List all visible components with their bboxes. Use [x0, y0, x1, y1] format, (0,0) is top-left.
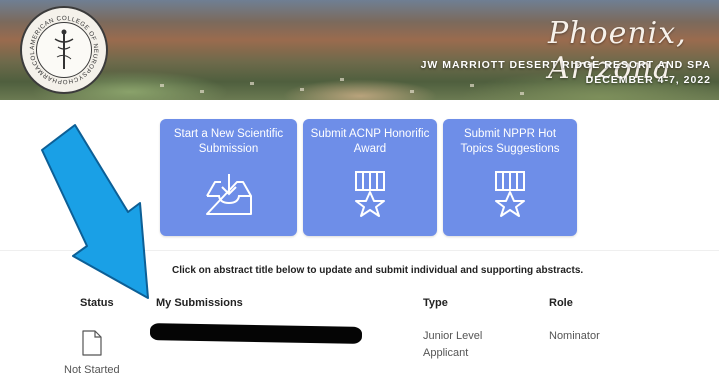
section-divider — [0, 250, 719, 251]
column-header-role: Role — [549, 297, 573, 309]
award-ribbon-icon — [495, 171, 525, 217]
column-header-type: Type — [423, 297, 448, 309]
status-text: Not Started — [64, 364, 120, 376]
submit-honorific-award-label: Submit ACNP Honorific Award — [310, 128, 430, 155]
award-ribbon-icon — [355, 171, 385, 217]
header-banner: AMERICAN COLLEGE OF NEUROPSYCHOPHARMACOL… — [0, 0, 719, 100]
submission-type: Junior Level Applicant — [423, 330, 483, 359]
column-header-status: Status — [80, 297, 114, 309]
start-new-submission-label: Start a New Scientific Submission — [173, 128, 284, 155]
caduceus-icon — [54, 29, 74, 69]
acnp-seal-logo: AMERICAN COLLEGE OF NEUROPSYCHOPHARMACOL… — [20, 6, 108, 94]
submission-title-link[interactable] — [149, 323, 363, 344]
submit-honorific-award-button[interactable]: Submit ACNP Honorific Award — [303, 119, 437, 236]
start-new-submission-button[interactable]: Start a New Scientific Submission — [160, 119, 297, 236]
submit-hot-topics-label: Submit NPPR Hot Topics Suggestions — [460, 128, 560, 155]
document-icon — [82, 330, 102, 356]
event-venue: JW MARRIOTT DESERT RIDGE RESORT AND SPA — [420, 59, 711, 71]
column-header-submissions: My Submissions — [156, 297, 243, 309]
inbox-download-icon — [205, 174, 252, 215]
instruction-text: Click on abstract title below to update … — [172, 265, 584, 276]
submit-hot-topics-button[interactable]: Submit NPPR Hot Topics Suggestions — [443, 119, 577, 236]
submission-role: Nominator — [549, 330, 600, 342]
event-dates: DECEMBER 4-7, 2022 — [585, 74, 711, 86]
